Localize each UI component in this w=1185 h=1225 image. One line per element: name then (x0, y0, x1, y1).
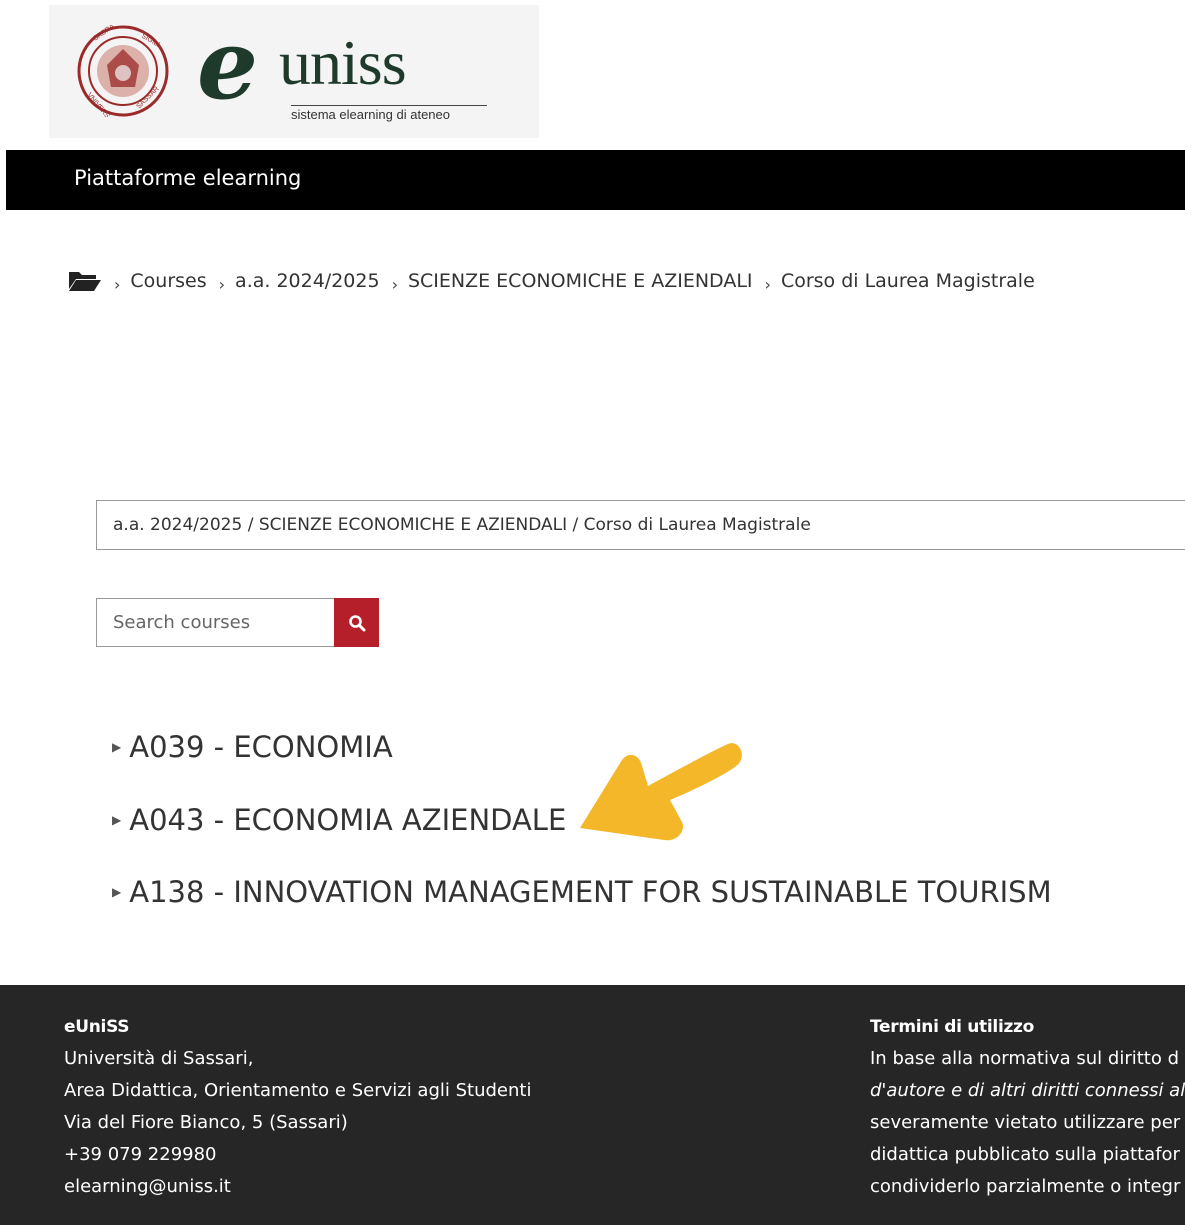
brand-tagline: sistema elearning di ateneo (291, 105, 487, 122)
chevron-right-icon: › (218, 274, 226, 294)
caret-right-icon: ▶ (112, 885, 122, 899)
footer-address-line: Università di Sassari, (64, 1048, 254, 1069)
course-category-label[interactable]: A138 - INNOVATION MANAGEMENT FOR SUSTAIN… (129, 875, 1051, 909)
chevron-right-icon: › (391, 274, 398, 294)
svg-text:SACRA: SACRA (92, 25, 116, 43)
brand-e-glyph: e (197, 8, 259, 121)
svg-text:SIGILL: SIGILL (140, 33, 162, 50)
breadcrumb-item-department[interactable]: SCIENZE ECONOMICHE E AZIENDALI (408, 270, 753, 292)
breadcrumb-item-year[interactable]: a.a. 2024/2025 (235, 270, 380, 292)
chevron-right-icon: › (114, 274, 121, 294)
footer-phone: +39 079 229980 (64, 1144, 217, 1165)
brand-wordmark: e uniss sistema elearning di ateneo (197, 17, 497, 133)
footer-terms-line: didattica pubblicato sulla piattafor (870, 1144, 1180, 1165)
folder-open-icon[interactable] (68, 269, 102, 293)
footer-terms-line: d'autore e di altri diritti connessi al … (870, 1080, 1185, 1101)
course-category-label[interactable]: A043 - ECONOMIA AZIENDALE (129, 803, 566, 837)
footer-terms-line: In base alla normativa sul diritto d (870, 1048, 1179, 1069)
footer-terms-heading: Termini di utilizzo (870, 1017, 1035, 1037)
caret-right-icon: ▶ (112, 813, 122, 827)
breadcrumb-item-degree[interactable]: Corso di Laurea Magistrale (781, 270, 1035, 292)
breadcrumb-item-courses[interactable]: Courses (130, 270, 206, 292)
course-category-label[interactable]: A039 - ECONOMIA (129, 730, 392, 764)
category-select-value: a.a. 2024/2025 / SCIENZE ECONOMICHE E AZ… (113, 515, 811, 535)
university-seal-icon: SACRA SIGILL VNIVERS SASSAR (77, 25, 169, 117)
search-icon (348, 614, 365, 631)
annotation-arrow-icon (580, 743, 742, 841)
search-courses-input[interactable] (96, 598, 336, 647)
course-category-item[interactable]: ▶ A043 - ECONOMIA AZIENDALE (112, 803, 566, 837)
course-category-item[interactable]: ▶ A039 - ECONOMIA (112, 730, 393, 764)
brand-name: uniss (279, 27, 407, 98)
footer-address-line: Area Didattica, Orientamento e Servizi a… (64, 1080, 532, 1101)
footer-email-link[interactable]: elearning@uniss.it (64, 1171, 531, 1203)
caret-right-icon: ▶ (112, 740, 122, 754)
footer-terms-line: severamente vietato utilizzare per (870, 1112, 1181, 1133)
footer-address-line: Via del Fiore Bianco, 5 (Sassari) (64, 1112, 348, 1133)
search-button[interactable] (334, 598, 379, 647)
footer-terms: Termini di utilizzo In base alla normati… (870, 1017, 1185, 1203)
site-footer: eUniSS Università di Sassari, Area Didat… (0, 985, 1185, 1225)
breadcrumb: › Courses › a.a. 2024/2025 › SCIENZE ECO… (68, 266, 1035, 296)
site-logo[interactable]: SACRA SIGILL VNIVERS SASSAR e uniss sist… (49, 5, 539, 138)
footer-contact-heading: eUniSS (64, 1017, 130, 1037)
footer-terms-line: condividerlo parzialmente o integr (870, 1176, 1181, 1197)
chevron-right-icon: › (764, 274, 771, 294)
footer-contact: eUniSS Università di Sassari, Area Didat… (64, 1017, 531, 1203)
course-category-item[interactable]: ▶ A138 - INNOVATION MANAGEMENT FOR SUSTA… (112, 875, 1052, 909)
navbar-title-link[interactable]: Piattaforme elearning (74, 166, 301, 190)
category-select[interactable]: a.a. 2024/2025 / SCIENZE ECONOMICHE E AZ… (96, 500, 1185, 550)
top-navbar: Piattaforme elearning (6, 150, 1185, 210)
